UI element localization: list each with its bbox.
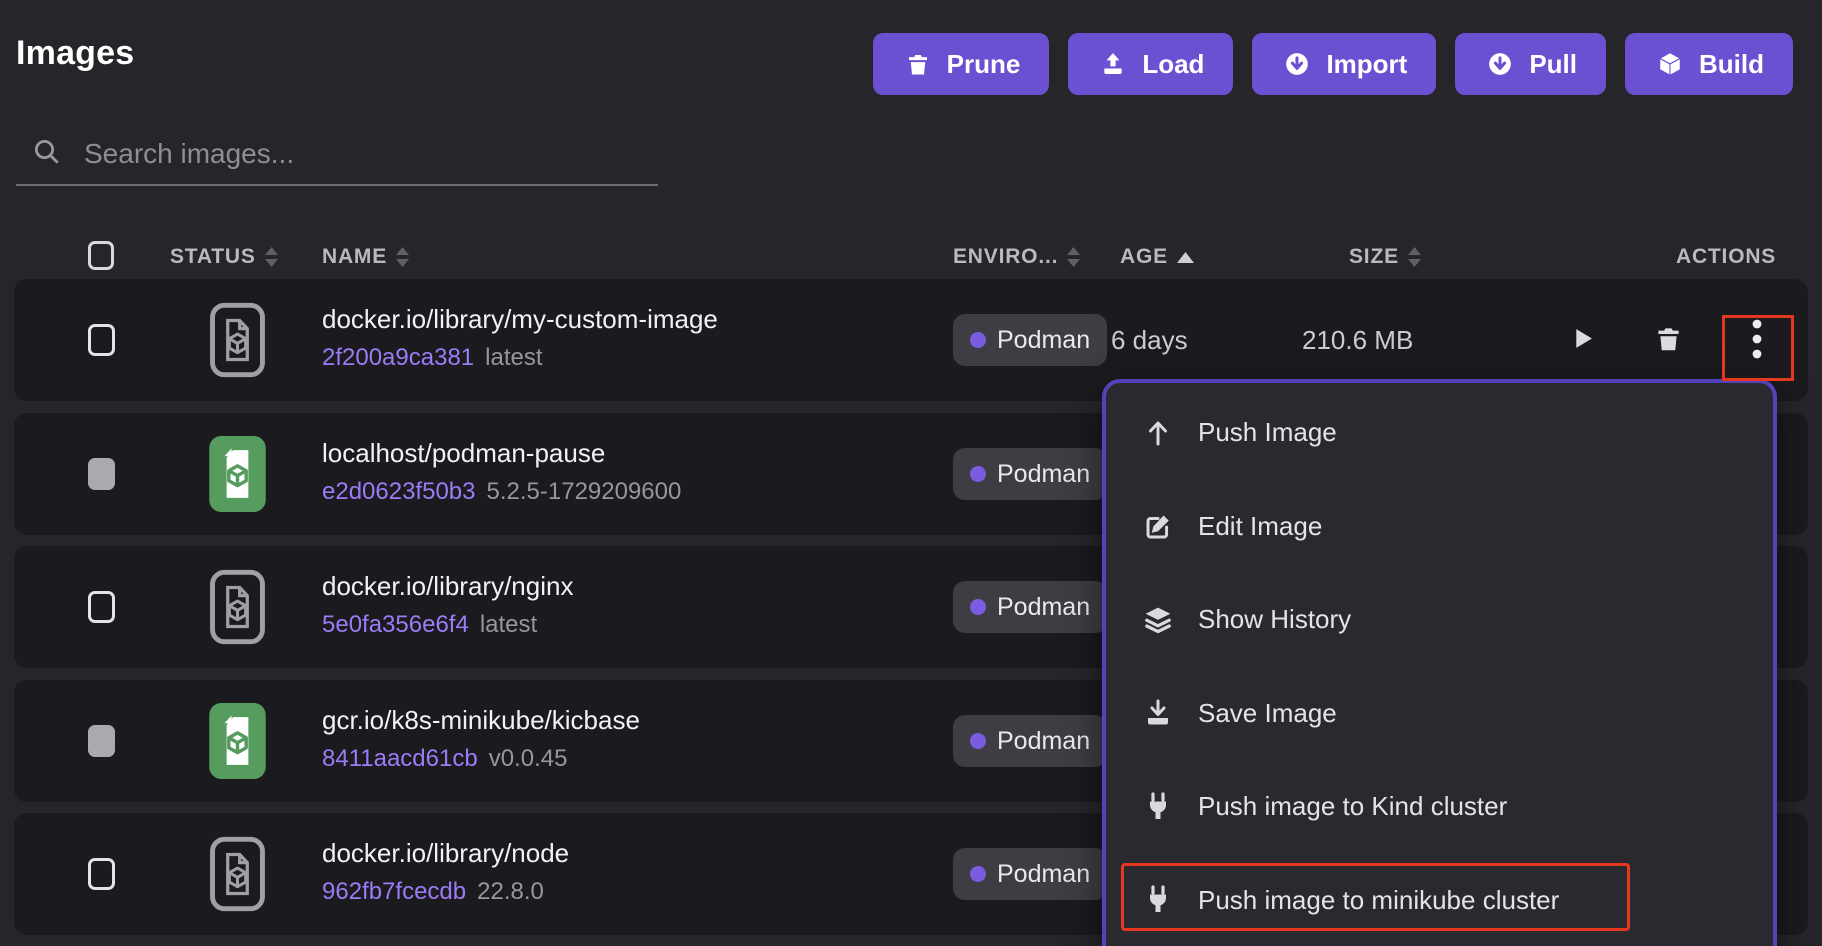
image-digest: 8411aacd61cb <box>322 745 478 773</box>
trash-icon <box>1655 325 1682 356</box>
circle-arrow-down-icon <box>1281 51 1313 77</box>
menu-item-push-to-kind[interactable]: Push image to Kind cluster <box>1106 760 1773 854</box>
podman-dot-icon <box>970 866 986 882</box>
page-title: Images <box>16 34 134 73</box>
image-in-use-icon <box>204 436 271 512</box>
image-unused-icon <box>204 836 271 912</box>
image-digest: 962fb7fcecdb <box>322 878 466 906</box>
cube-icon <box>1654 51 1686 77</box>
download-icon <box>1142 698 1174 728</box>
select-all-checkbox[interactable] <box>88 241 114 270</box>
play-icon <box>1568 325 1595 355</box>
image-digest: 5e0fa356e6f4 <box>322 611 469 639</box>
environment-badge: Podman <box>953 448 1107 500</box>
row-checkbox[interactable] <box>88 858 115 890</box>
sort-asc-icon <box>1177 252 1194 263</box>
image-name-link[interactable]: docker.io/library/nginx <box>322 571 573 602</box>
kebab-highlight-box <box>1722 315 1794 381</box>
images-page: Images Prune Load Import Pull <box>0 0 1822 946</box>
image-name-link[interactable]: gcr.io/k8s-minikube/kicbase <box>322 705 640 736</box>
environment-badge: Podman <box>953 848 1107 900</box>
row-checkbox-disabled <box>88 725 115 757</box>
podman-dot-icon <box>970 733 986 749</box>
trash-icon <box>902 52 934 77</box>
environment-badge: Podman <box>953 715 1107 767</box>
pull-label: Pull <box>1529 49 1577 80</box>
search-icon <box>32 137 62 172</box>
image-name-link[interactable]: docker.io/library/my-custom-image <box>322 304 718 335</box>
column-header-name[interactable]: NAME <box>322 240 409 274</box>
plug-icon <box>1142 792 1174 822</box>
row-checkbox[interactable] <box>88 591 115 623</box>
menu-item-save-image[interactable]: Save Image <box>1106 667 1773 761</box>
menu-item-push-to-minikube[interactable]: Push image to minikube cluster <box>1106 854 1773 946</box>
menu-item-push-image[interactable]: Push Image <box>1106 386 1773 480</box>
plug-icon <box>1142 885 1174 915</box>
image-unused-icon <box>204 302 271 378</box>
image-tag: latest <box>480 611 537 639</box>
image-name-link[interactable]: docker.io/library/node <box>322 838 569 869</box>
row-checkbox-disabled <box>88 458 115 490</box>
menu-item-show-history[interactable]: Show History <box>1106 573 1773 667</box>
image-tag: latest <box>485 344 542 372</box>
toolbar: Prune Load Import Pull Build <box>873 33 1793 95</box>
image-context-menu: Push Image Edit Image Show History Save … <box>1102 379 1777 946</box>
build-label: Build <box>1699 49 1764 80</box>
circle-arrow-down-icon <box>1484 51 1516 77</box>
image-tag: v0.0.45 <box>489 745 568 773</box>
column-header-age[interactable]: AGE <box>1120 240 1194 274</box>
prune-button[interactable]: Prune <box>873 33 1050 95</box>
image-in-use-icon <box>204 703 271 779</box>
podman-dot-icon <box>970 466 986 482</box>
sort-icon <box>1408 247 1421 267</box>
load-label: Load <box>1142 49 1204 80</box>
pen-square-icon <box>1142 511 1174 541</box>
column-header-status[interactable]: STATUS <box>170 240 278 274</box>
search-bar <box>16 124 658 186</box>
layers-icon <box>1142 605 1174 635</box>
menu-item-edit-image[interactable]: Edit Image <box>1106 480 1773 574</box>
podman-dot-icon <box>970 599 986 615</box>
pull-button[interactable]: Pull <box>1455 33 1606 95</box>
environment-badge: Podman <box>953 581 1107 633</box>
import-label: Import <box>1326 49 1407 80</box>
image-digest: 2f200a9ca381 <box>322 344 474 372</box>
image-name-link[interactable]: localhost/podman-pause <box>322 438 681 469</box>
load-button[interactable]: Load <box>1068 33 1233 95</box>
sort-icon <box>1067 247 1080 267</box>
image-tag: 22.8.0 <box>477 878 544 906</box>
sort-icon <box>265 247 278 267</box>
image-digest: e2d0623f50b3 <box>322 478 476 506</box>
image-tag: 5.2.5-1729209600 <box>487 478 682 506</box>
arrow-up-icon <box>1142 418 1174 448</box>
podman-dot-icon <box>970 332 986 348</box>
search-input[interactable] <box>82 137 586 171</box>
build-button[interactable]: Build <box>1625 33 1793 95</box>
row-checkbox[interactable] <box>88 324 115 356</box>
column-header-size[interactable]: SIZE <box>1349 240 1421 274</box>
import-button[interactable]: Import <box>1252 33 1436 95</box>
upload-icon <box>1097 51 1129 77</box>
sort-icon <box>396 247 409 267</box>
column-header-environment[interactable]: ENVIRO... <box>953 240 1080 274</box>
environment-badge: Podman <box>953 314 1107 366</box>
prune-label: Prune <box>947 49 1021 80</box>
image-unused-icon <box>204 569 271 645</box>
column-header-actions: ACTIONS <box>1676 240 1776 274</box>
